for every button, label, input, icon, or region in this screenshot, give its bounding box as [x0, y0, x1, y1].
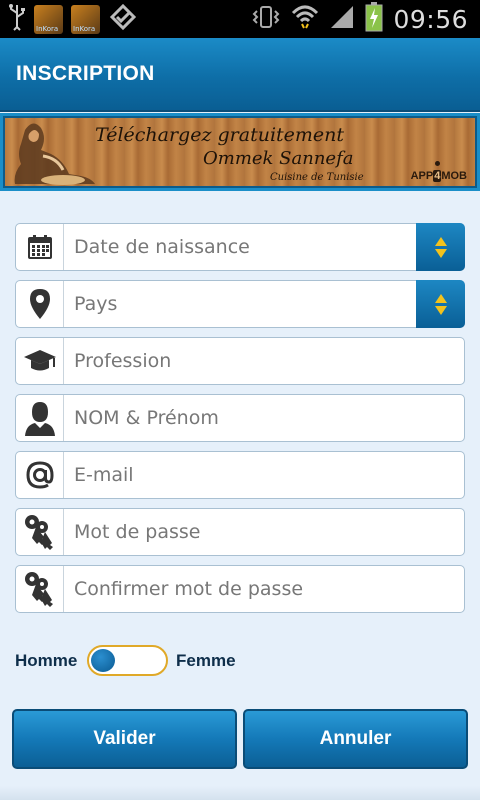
birthdate-spinner-button[interactable]: [416, 223, 465, 271]
birthdate-field[interactable]: Date de naissance: [15, 223, 465, 271]
gender-female-label: Femme: [176, 651, 236, 670]
banner-line-3: Cuisine de Tunisie: [270, 172, 364, 183]
at-sign-icon: [16, 452, 64, 498]
country-field[interactable]: Pays: [15, 280, 465, 328]
birthdate-placeholder: Date de naissance: [74, 236, 250, 258]
woman-cooking-illustration: [14, 123, 96, 185]
ad-banner[interactable]: Téléchargez gratuitement Ommek Sannefa C…: [0, 113, 480, 191]
email-field[interactable]: E-mail: [15, 451, 465, 499]
password-placeholder: Mot de passe: [74, 521, 201, 543]
user-icon: [16, 395, 64, 441]
app-notification-icon: InKora: [34, 4, 63, 34]
graduation-cap-icon: [16, 338, 64, 384]
confirm-password-field[interactable]: Confirmer mot de passe: [15, 565, 465, 613]
title-bar: INSCRIPTION: [0, 38, 480, 112]
banner-line-1: Téléchargez gratuitement: [95, 124, 345, 146]
signal-icon: [329, 4, 355, 34]
usb-icon: [8, 3, 26, 35]
app4mob-logo: APP4MOB: [411, 161, 467, 182]
password-field[interactable]: Mot de passe: [15, 508, 465, 556]
country-spinner-button[interactable]: [416, 280, 465, 328]
battery-charging-icon: [365, 2, 383, 36]
vibrate-icon: [251, 5, 281, 33]
keys-icon: [16, 566, 64, 612]
gender-toggle[interactable]: [87, 645, 168, 676]
wifi-icon: [291, 3, 319, 35]
location-pin-icon: [16, 281, 64, 327]
cancel-button[interactable]: Annuler: [243, 709, 468, 769]
page-title: INSCRIPTION: [16, 62, 155, 85]
status-bar: InKora InKora 09:56: [0, 0, 480, 38]
keys-icon: [16, 509, 64, 555]
arrow-up-icon: [434, 236, 447, 246]
submit-button[interactable]: Valider: [12, 709, 237, 769]
arrow-down-icon: [434, 248, 447, 258]
confirm-password-placeholder: Confirmer mot de passe: [74, 578, 304, 600]
arrow-up-icon: [434, 293, 447, 303]
ad-banner-content[interactable]: Téléchargez gratuitement Ommek Sannefa C…: [3, 116, 477, 188]
toggle-knob[interactable]: [91, 649, 115, 672]
profession-field[interactable]: Profession: [15, 337, 465, 385]
country-placeholder: Pays: [74, 293, 118, 315]
name-placeholder: NOM & Prénom: [74, 407, 219, 429]
email-placeholder: E-mail: [74, 464, 134, 486]
bottom-edge: [0, 786, 480, 800]
profession-placeholder: Profession: [74, 350, 172, 372]
name-field[interactable]: NOM & Prénom: [15, 394, 465, 442]
arrow-down-icon: [434, 305, 447, 315]
app-notification-icon: InKora: [71, 4, 100, 34]
banner-line-2: Ommek Sannefa: [203, 148, 354, 169]
calendar-icon: [16, 224, 64, 270]
gender-male-label: Homme: [15, 651, 78, 670]
checkmark-icon: [108, 2, 138, 36]
clock: 09:56: [393, 4, 468, 34]
